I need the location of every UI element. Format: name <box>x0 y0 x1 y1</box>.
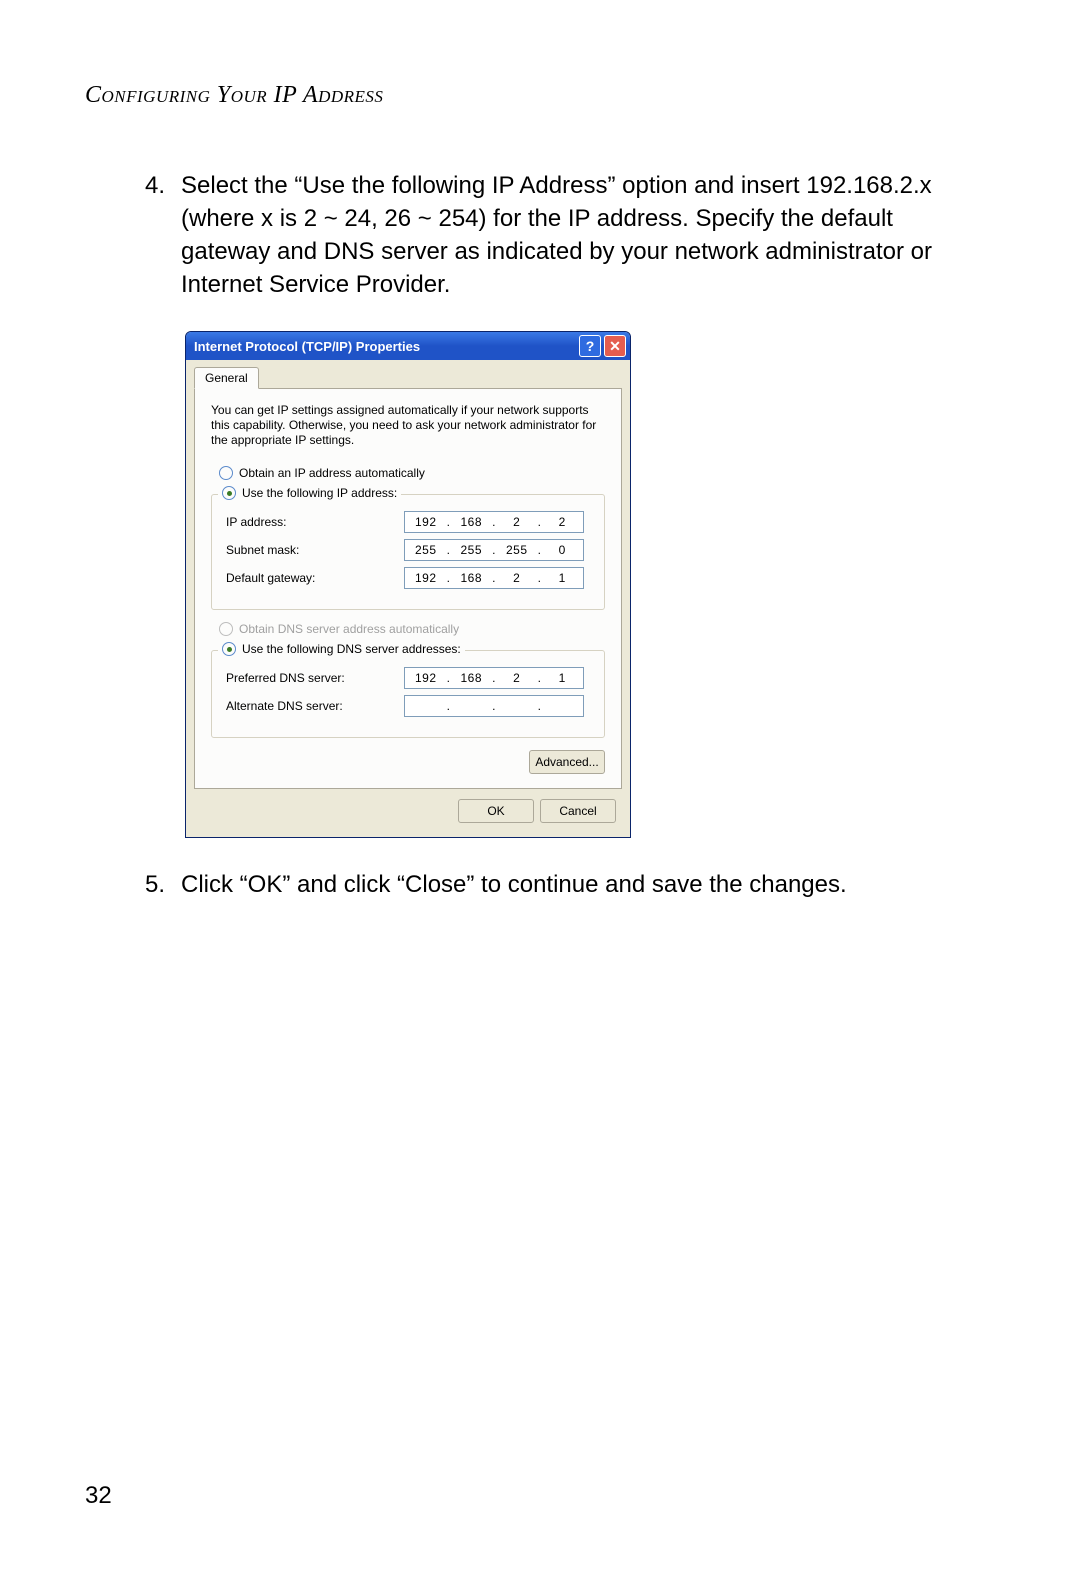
radio-use-ip[interactable] <box>222 486 236 500</box>
ip-octet[interactable]: 192 <box>413 671 439 685</box>
ip-octet[interactable]: 2 <box>504 515 530 529</box>
ip-octet[interactable]: 255 <box>413 543 439 557</box>
ok-button[interactable]: OK <box>458 799 534 823</box>
radio-icon <box>219 622 233 636</box>
ip-octet[interactable]: 2 <box>504 671 530 685</box>
ip-octet[interactable]: 2 <box>549 515 575 529</box>
page-number: 32 <box>85 1482 112 1510</box>
ip-octet[interactable]: 255 <box>504 543 530 557</box>
ip-octet[interactable]: 168 <box>458 571 484 585</box>
preferred-dns-input[interactable]: 192. 168. 2. 1 <box>404 667 584 689</box>
subnet-mask-label: Subnet mask: <box>222 543 404 557</box>
radio-use-ip-label: Use the following IP address: <box>242 486 397 500</box>
ip-address-input[interactable]: 192. 168. 2. 2 <box>404 511 584 533</box>
step-4-number: 4. <box>145 169 181 301</box>
ip-octet[interactable]: 1 <box>549 671 575 685</box>
ip-octet[interactable]: 168 <box>458 515 484 529</box>
ip-octet[interactable]: 192 <box>413 571 439 585</box>
default-gateway-input[interactable]: 192. 168. 2. 1 <box>404 567 584 589</box>
step-5-number: 5. <box>145 868 181 901</box>
ip-octet[interactable]: 0 <box>549 543 575 557</box>
dialog-description: You can get IP settings assigned automat… <box>211 403 605 448</box>
help-button[interactable]: ? <box>579 335 601 357</box>
tab-general[interactable]: General <box>194 367 259 389</box>
alternate-dns-label: Alternate DNS server: <box>222 699 404 713</box>
alternate-dns-input[interactable]: . . . <box>404 695 584 717</box>
dialog-title: Internet Protocol (TCP/IP) Properties <box>194 339 576 354</box>
radio-obtain-dns-auto: Obtain DNS server address automatically <box>219 622 605 636</box>
subnet-mask-input[interactable]: 255. 255. 255. 0 <box>404 539 584 561</box>
tcpip-properties-dialog: Internet Protocol (TCP/IP) Properties ? … <box>185 331 631 838</box>
preferred-dns-label: Preferred DNS server: <box>222 671 404 685</box>
default-gateway-label: Default gateway: <box>222 571 404 585</box>
ip-octet[interactable]: 192 <box>413 515 439 529</box>
radio-label: Obtain an IP address automatically <box>239 466 425 480</box>
radio-obtain-ip-auto[interactable]: Obtain an IP address automatically <box>219 466 605 480</box>
advanced-button[interactable]: Advanced... <box>529 750 605 774</box>
ip-octet[interactable]: 255 <box>458 543 484 557</box>
radio-use-dns[interactable] <box>222 642 236 656</box>
radio-use-dns-label: Use the following DNS server addresses: <box>242 642 461 656</box>
ip-octet[interactable]: 1 <box>549 571 575 585</box>
radio-icon <box>219 466 233 480</box>
cancel-button[interactable]: Cancel <box>540 799 616 823</box>
radio-label: Obtain DNS server address automatically <box>239 622 459 636</box>
close-button[interactable]: ✕ <box>604 335 626 357</box>
ip-octet[interactable]: 168 <box>458 671 484 685</box>
ip-octet[interactable]: 2 <box>504 571 530 585</box>
ip-address-label: IP address: <box>222 515 404 529</box>
step-4: 4. Select the “Use the following IP Addr… <box>145 169 935 301</box>
step-4-text: Select the “Use the following IP Address… <box>181 169 935 301</box>
step-5: 5. Click “OK” and click “Close” to conti… <box>145 868 935 901</box>
step-5-text: Click “OK” and click “Close” to continue… <box>181 868 935 901</box>
section-header: Configuring Your IP Address <box>85 82 995 109</box>
dialog-titlebar: Internet Protocol (TCP/IP) Properties ? … <box>186 332 630 360</box>
